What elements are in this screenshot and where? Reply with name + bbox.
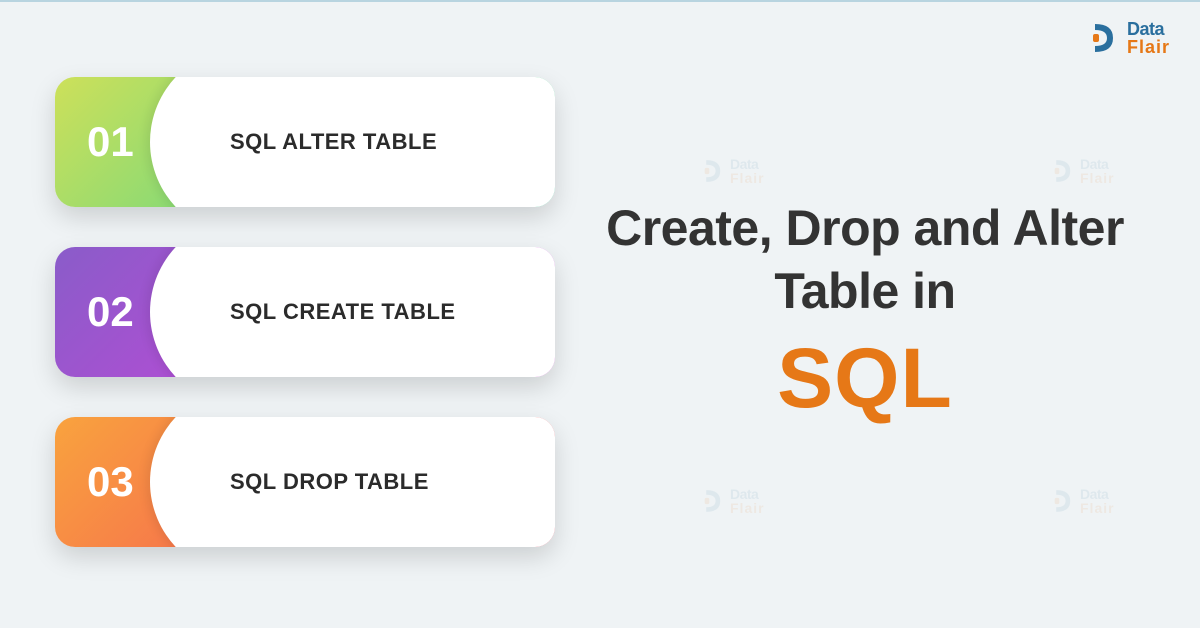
card-label: SQL CREATE TABLE	[230, 299, 456, 325]
logo-top: Data	[1127, 20, 1170, 38]
brand-logo: Data Flair	[1087, 20, 1170, 56]
card-number: 03	[87, 458, 134, 506]
title-highlight: SQL	[595, 330, 1135, 427]
card-list: 01 SQL ALTER TABLE 02 SQL CREATE TABLE 0…	[55, 77, 555, 547]
card-drop-table: 03 SQL DROP TABLE	[55, 417, 555, 547]
watermark: DataFlair	[1050, 157, 1115, 185]
logo-text: Data Flair	[1127, 20, 1170, 56]
title-main: Create, Drop and Alter Table in	[595, 197, 1135, 322]
card-label: SQL DROP TABLE	[230, 469, 429, 495]
card-number: 01	[87, 118, 134, 166]
page-title: Create, Drop and Alter Table in SQL	[595, 197, 1135, 427]
card-create-table: 02 SQL CREATE TABLE	[55, 247, 555, 377]
logo-icon	[1087, 20, 1123, 56]
card-alter-table: 01 SQL ALTER TABLE	[55, 77, 555, 207]
watermark: DataFlair	[700, 157, 765, 185]
watermark: DataFlair	[700, 487, 765, 515]
logo-bottom: Flair	[1127, 38, 1170, 56]
card-label: SQL ALTER TABLE	[230, 129, 437, 155]
card-number: 02	[87, 288, 134, 336]
watermark: DataFlair	[1050, 487, 1115, 515]
